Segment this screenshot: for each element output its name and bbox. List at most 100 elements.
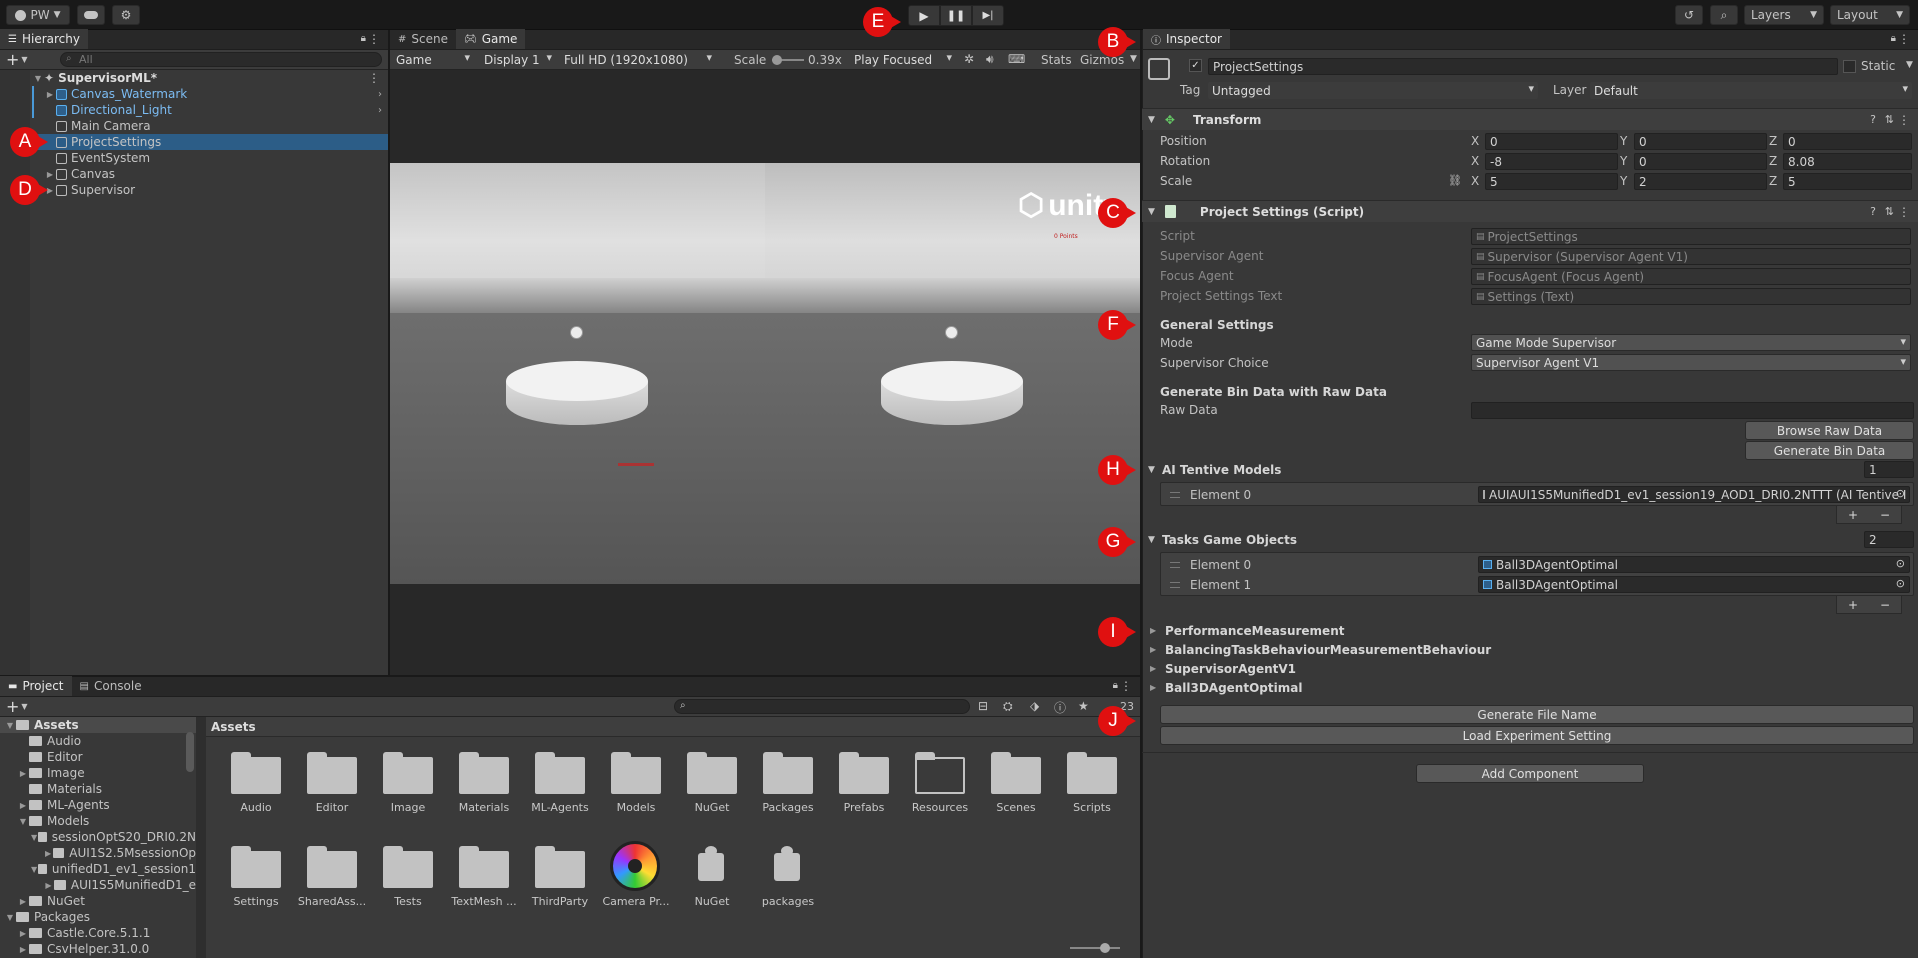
project-tree-item[interactable]: ▶ CsvHelper.31.0.0 bbox=[0, 941, 196, 957]
drag-handle-icon[interactable] bbox=[1170, 582, 1180, 588]
asset-folder[interactable]: Audio bbox=[218, 747, 294, 817]
project-tree-item[interactable]: ▼ sessionOptS20_DRI0.2N bbox=[0, 829, 196, 845]
active-checkbox[interactable]: ✓ bbox=[1189, 59, 1202, 72]
asset-item[interactable]: TextMesh ... bbox=[446, 841, 522, 911]
asset-folder[interactable]: NuGet bbox=[674, 747, 750, 817]
hierarchy-item[interactable]: ▶ Canvas_Watermark › bbox=[30, 86, 388, 102]
object-field[interactable]: Ball3DAgentOptimal ⊙ bbox=[1478, 556, 1910, 573]
tasks-size[interactable]: 2 bbox=[1864, 531, 1914, 548]
more-icon[interactable]: ⋮ bbox=[368, 32, 380, 46]
transform-rotation-y-input[interactable]: 0 bbox=[1634, 153, 1767, 170]
asset-folder[interactable]: Materials bbox=[446, 747, 522, 817]
stats-button[interactable]: Stats bbox=[1041, 53, 1072, 67]
link-icon[interactable]: ⛓ bbox=[1448, 174, 1462, 187]
add-element-button[interactable]: + bbox=[1848, 598, 1858, 612]
transform-header[interactable]: ▼ ✥ Transform ? ⇅ ⋮ bbox=[1142, 108, 1918, 130]
asset-folder[interactable]: Editor bbox=[294, 747, 370, 817]
project-tree-item[interactable]: ▼ Packages bbox=[0, 909, 196, 925]
project-search-input[interactable]: ⌕ bbox=[674, 699, 970, 714]
preset-icon[interactable]: ⇅ bbox=[1885, 205, 1894, 218]
add-component-button[interactable]: Add Component bbox=[1416, 764, 1644, 783]
generate-file-name-button[interactable]: Generate File Name bbox=[1160, 705, 1914, 724]
collapse-arrow-icon[interactable]: ▼ bbox=[1148, 465, 1155, 475]
transform-scale-z-input[interactable]: 5 bbox=[1783, 173, 1912, 190]
transform-rotation-z-input[interactable]: 8.08 bbox=[1783, 153, 1912, 170]
info-icon[interactable]: ⓘ bbox=[1054, 699, 1066, 716]
raw-data-input[interactable] bbox=[1471, 402, 1914, 419]
project-tree-item[interactable]: ▶ NuGet bbox=[0, 893, 196, 909]
transform-position-x-input[interactable]: 0 bbox=[1485, 133, 1618, 150]
star-icon[interactable]: ★ bbox=[1078, 699, 1089, 713]
preset-icon[interactable]: ⇅ bbox=[1885, 113, 1894, 126]
hierarchy-item[interactable]: Directional_Light › bbox=[30, 102, 388, 118]
asset-item[interactable]: SharedAss... bbox=[294, 841, 370, 911]
more-icon[interactable]: ⋮ bbox=[1120, 679, 1132, 693]
chevron-down-icon[interactable]: ▼ bbox=[1130, 54, 1137, 64]
remove-element-button[interactable]: − bbox=[1880, 598, 1890, 612]
chevron-right-icon[interactable]: › bbox=[378, 89, 382, 100]
tag-icon[interactable]: ⬗ bbox=[1030, 699, 1039, 713]
expand-arrow-icon[interactable]: ▶ bbox=[44, 170, 56, 179]
collapse-arrow-icon[interactable]: ▼ bbox=[1148, 207, 1155, 217]
chevron-down-icon[interactable]: ▼ bbox=[21, 55, 27, 64]
collapse-arrow-icon[interactable]: ▼ bbox=[1148, 535, 1155, 545]
add-button[interactable]: + bbox=[6, 50, 19, 69]
ai-models-size[interactable]: 1 bbox=[1864, 461, 1914, 478]
chevron-right-icon[interactable]: ▶ bbox=[17, 897, 29, 906]
transform-position-z-input[interactable]: 0 bbox=[1783, 133, 1912, 150]
zoom-slider[interactable] bbox=[1070, 943, 1120, 953]
transform-scale-y-input[interactable]: 2 bbox=[1634, 173, 1767, 190]
hierarchy-item[interactable]: EventSystem bbox=[30, 150, 388, 166]
add-button[interactable]: + bbox=[6, 697, 19, 716]
drag-handle-icon[interactable] bbox=[1170, 562, 1180, 568]
display-mode-dropdown[interactable]: Game bbox=[392, 51, 474, 68]
project-tree-item[interactable]: ▼ Assets bbox=[0, 717, 196, 733]
asset-item[interactable]: Settings bbox=[218, 841, 294, 911]
transform-position-y-input[interactable]: 0 bbox=[1634, 133, 1767, 150]
tab-console[interactable]: ▤ Console bbox=[72, 676, 150, 696]
scene-row[interactable]: ▼ ✦ SupervisorML* ⋮ bbox=[30, 70, 388, 86]
chevron-right-icon[interactable]: ▶ bbox=[43, 849, 53, 858]
layers-dropdown[interactable]: Layers ▼ bbox=[1744, 5, 1824, 25]
supervisor-choice-dropdown[interactable]: Supervisor Agent V1 bbox=[1471, 354, 1911, 371]
component-foldout[interactable]: PerformanceMeasurement bbox=[1165, 624, 1344, 638]
more-icon[interactable]: ⋮ bbox=[1898, 32, 1910, 46]
component-foldout[interactable]: BalancingTaskBehaviourMeasurementBehavio… bbox=[1165, 643, 1491, 657]
chevron-right-icon[interactable]: ▶ bbox=[43, 881, 54, 890]
object-picker-icon[interactable]: ⊙ bbox=[1896, 577, 1905, 590]
chevron-right-icon[interactable]: ▶ bbox=[17, 929, 29, 938]
project-tree-item[interactable]: ▶ ML-Agents bbox=[0, 797, 196, 813]
breadcrumb-assets[interactable]: Assets bbox=[211, 720, 256, 734]
game-viewport[interactable]: ⬡ unity 0 Points bbox=[390, 163, 1140, 584]
chevron-down-icon[interactable]: ▼ bbox=[21, 702, 27, 711]
expand-arrow-icon[interactable]: ▶ bbox=[1150, 664, 1156, 673]
layout-dropdown[interactable]: Layout ▼ bbox=[1830, 5, 1910, 25]
scale-slider-handle[interactable] bbox=[772, 55, 782, 65]
load-experiment-button[interactable]: Load Experiment Setting bbox=[1160, 726, 1914, 745]
keyboard-icon[interactable]: ⌨ bbox=[1008, 52, 1025, 66]
lock-icon[interactable]: 🔒︎ bbox=[361, 33, 366, 44]
transform-scale-x-input[interactable]: 5 bbox=[1485, 173, 1618, 190]
resolution-dropdown[interactable]: Full HD (1920x1080) bbox=[560, 51, 716, 68]
history-button[interactable]: ↺ bbox=[1675, 5, 1703, 25]
display-dropdown[interactable]: Display 1 bbox=[480, 51, 556, 68]
expand-arrow-icon[interactable]: ▼ bbox=[32, 74, 44, 83]
add-element-button[interactable]: + bbox=[1848, 508, 1858, 522]
asset-folder[interactable]: Resources bbox=[902, 747, 978, 817]
cloud-button[interactable] bbox=[77, 5, 105, 25]
lock-icon[interactable]: 🔒︎ bbox=[1891, 33, 1896, 44]
asset-item[interactable]: NuGet bbox=[674, 841, 750, 911]
play-focus-dropdown[interactable]: Play Focused bbox=[850, 51, 956, 68]
mode-dropdown[interactable]: Game Mode Supervisor bbox=[1471, 334, 1911, 351]
tree-scrollbar[interactable] bbox=[186, 732, 194, 772]
filter-label-icon[interactable]: ⛭ bbox=[1003, 699, 1013, 714]
asset-item[interactable]: ThirdParty bbox=[522, 841, 598, 911]
tab-game[interactable]: 🎮︎ Game bbox=[455, 29, 526, 49]
asset-item[interactable]: Camera Pr... bbox=[598, 841, 674, 911]
expand-arrow-icon[interactable]: ▶ bbox=[1150, 626, 1156, 635]
scale-slider[interactable] bbox=[772, 55, 804, 65]
tab-scene[interactable]: # Scene bbox=[390, 29, 456, 49]
object-field[interactable]: Ball3DAgentOptimal ⊙ bbox=[1478, 576, 1910, 593]
project-tree-item[interactable]: ▼ Models bbox=[0, 813, 196, 829]
chevron-down-icon[interactable]: ▼ bbox=[1906, 60, 1913, 70]
